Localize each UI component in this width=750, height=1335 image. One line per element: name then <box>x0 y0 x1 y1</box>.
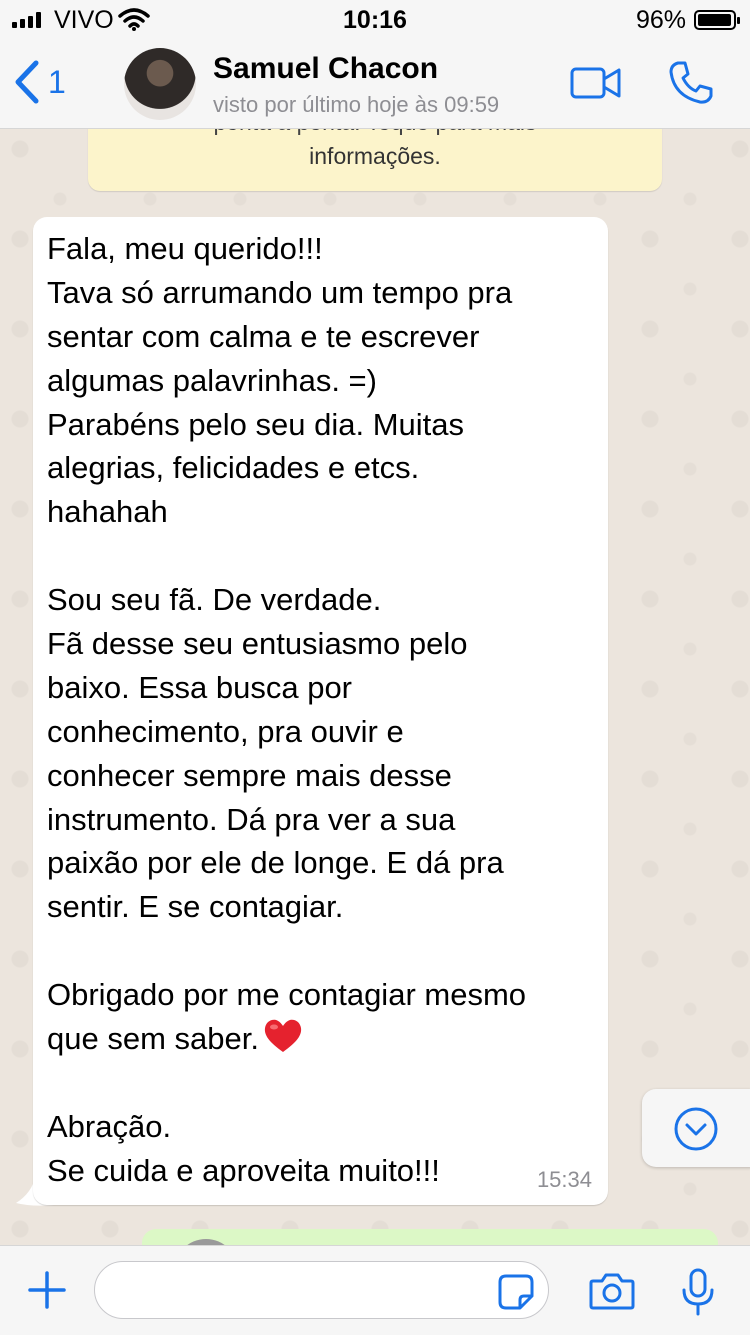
video-call-icon[interactable] <box>570 66 622 100</box>
message-line: instrumento. Dá pra ver a sua <box>47 801 456 837</box>
message-line: conhecer sempre mais desse <box>47 757 452 793</box>
avatar[interactable] <box>124 48 196 120</box>
status-bar: VIVO 10:16 96% <box>0 0 750 40</box>
battery-icon <box>694 10 740 30</box>
message-line: paixão por ele de longe. E dá pra <box>47 845 504 881</box>
chevron-down-circle-icon <box>674 1107 718 1151</box>
battery-percentage: 96% <box>635 6 686 34</box>
plus-icon[interactable] <box>27 1270 67 1310</box>
message-line: alegrias, felicidades e etcs. <box>47 450 420 486</box>
encryption-notice-line: informações. <box>309 143 441 169</box>
camera-icon[interactable] <box>589 1271 635 1311</box>
message-line: Obrigado por me contagiar mesmo <box>47 977 527 1013</box>
incoming-message-bubble[interactable]: Fala, meu querido!!! Tava só arrumando u… <box>33 217 608 1205</box>
message-line <box>47 534 594 578</box>
encryption-notice[interactable]: ponta a ponta. Toque para mais informaçõ… <box>88 129 662 191</box>
heart-emoji <box>264 1019 302 1053</box>
chat-header: 1 Samuel Chacon visto por último hoje às… <box>0 40 750 129</box>
message-line <box>47 929 594 973</box>
message-line: sentar com calma e te escrever <box>47 318 480 354</box>
chevron-left-icon <box>15 60 39 104</box>
message-line: algumas palavrinhas. =) <box>47 362 377 398</box>
message-line: hahahah <box>47 494 168 530</box>
encryption-notice-line: ponta a ponta. Toque para mais <box>88 129 662 139</box>
message-line: baixo. Essa busca por <box>47 669 353 705</box>
message-line: Se cuida e aproveita muito!!! <box>47 1152 440 1188</box>
message-line-with-emoji: que sem saber. <box>47 1017 594 1061</box>
unread-count: 1 <box>48 63 66 100</box>
message-line: Fã desse seu entusiasmo pelo <box>47 626 468 662</box>
message-line: Tava só arrumando um tempo pra <box>47 274 513 310</box>
input-bar <box>0 1245 750 1335</box>
message-line: Abração. <box>47 1108 172 1144</box>
microphone-icon[interactable] <box>681 1268 715 1316</box>
sticker-icon[interactable] <box>498 1274 534 1310</box>
message-line: conhecimento, pra ouvir e <box>47 713 404 749</box>
message-line: Parabéns pelo seu dia. Muitas <box>47 406 465 442</box>
message-line-text: que sem saber. <box>47 1021 259 1057</box>
contact-name[interactable]: Samuel Chacon <box>213 52 438 86</box>
battery-level <box>698 14 731 26</box>
back-button[interactable]: 1 <box>14 60 66 104</box>
message-line: Fala, meu querido!!! <box>47 231 323 266</box>
last-seen-status: visto por último hoje às 09:59 <box>213 92 500 117</box>
phone-icon[interactable] <box>668 60 714 106</box>
message-line <box>47 1061 594 1105</box>
message-line: sentir. E se contagiar. <box>47 889 344 925</box>
message-input[interactable] <box>94 1261 549 1319</box>
chat-area[interactable]: ponta a ponta. Toque para mais informaçõ… <box>0 129 750 1245</box>
message-line: Sou seu fã. De verdade. <box>47 582 382 618</box>
scroll-to-bottom-button[interactable] <box>642 1089 750 1167</box>
outgoing-message-bubble[interactable] <box>142 1229 718 1245</box>
message-timestamp: 15:34 <box>536 1167 592 1192</box>
